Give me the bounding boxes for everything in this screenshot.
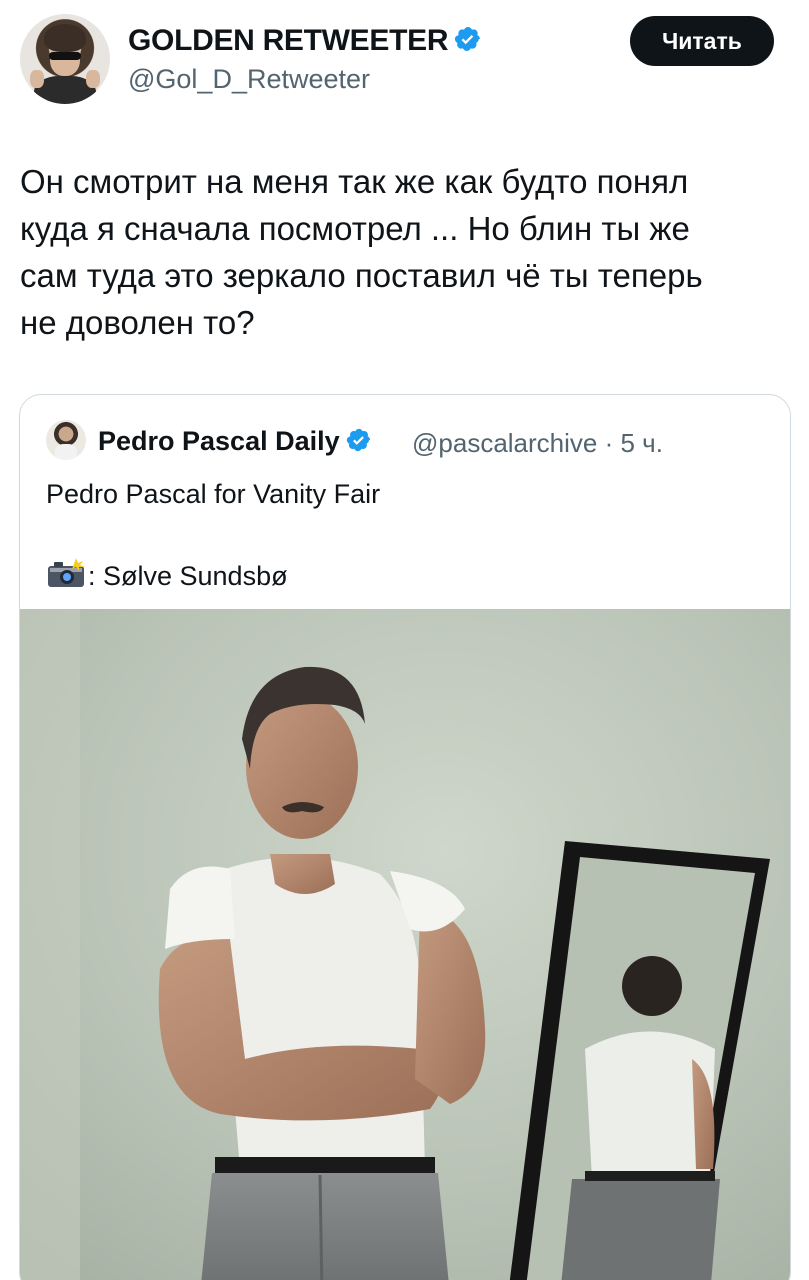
quoted-tweet[interactable]: Pedro Pascal Daily @pascalarchive · 5 ч.…: [19, 394, 791, 1280]
author-handle[interactable]: @Gol_D_Retweeter: [128, 64, 370, 95]
quoted-author-name-row[interactable]: Pedro Pascal Daily: [98, 426, 372, 460]
tweet-text-line: Он смотрит на меня так же как будто поня…: [20, 163, 689, 200]
author-avatar[interactable]: [20, 14, 110, 104]
quoted-text: Pedro Pascal for Vanity Fair: [46, 479, 381, 509]
verified-badge-icon: [346, 427, 372, 460]
camera-flash-icon: [46, 557, 86, 596]
verified-badge-icon: [454, 25, 482, 61]
quoted-author-name[interactable]: Pedro Pascal Daily: [98, 426, 340, 456]
author-name-row[interactable]: GOLDEN RETWEETER: [128, 24, 482, 61]
author-name[interactable]: GOLDEN RETWEETER: [128, 24, 449, 57]
quoted-credit-line: : Sølve Sundsbø: [46, 557, 288, 596]
tweet-text-line: куда я сначала посмотрел ... Но блин ты …: [20, 210, 690, 247]
quoted-meta: @pascalarchive · 5 ч.: [412, 428, 663, 458]
follow-button[interactable]: Читать: [630, 16, 774, 66]
tweet-text-line: не доволен то?: [20, 304, 255, 341]
tweet-text-line: сам туда это зеркало поставил чё ты тепе…: [20, 257, 703, 294]
quoted-author-avatar[interactable]: [46, 420, 86, 460]
quoted-photo[interactable]: [20, 609, 790, 1280]
photo-credit: : Sølve Sundsbø: [88, 561, 288, 591]
tweet-header: GOLDEN RETWEETER @Gol_D_Retweeter Читать: [0, 0, 809, 120]
tweet-text: Он смотрит на меня так же как будто поня…: [20, 158, 790, 346]
